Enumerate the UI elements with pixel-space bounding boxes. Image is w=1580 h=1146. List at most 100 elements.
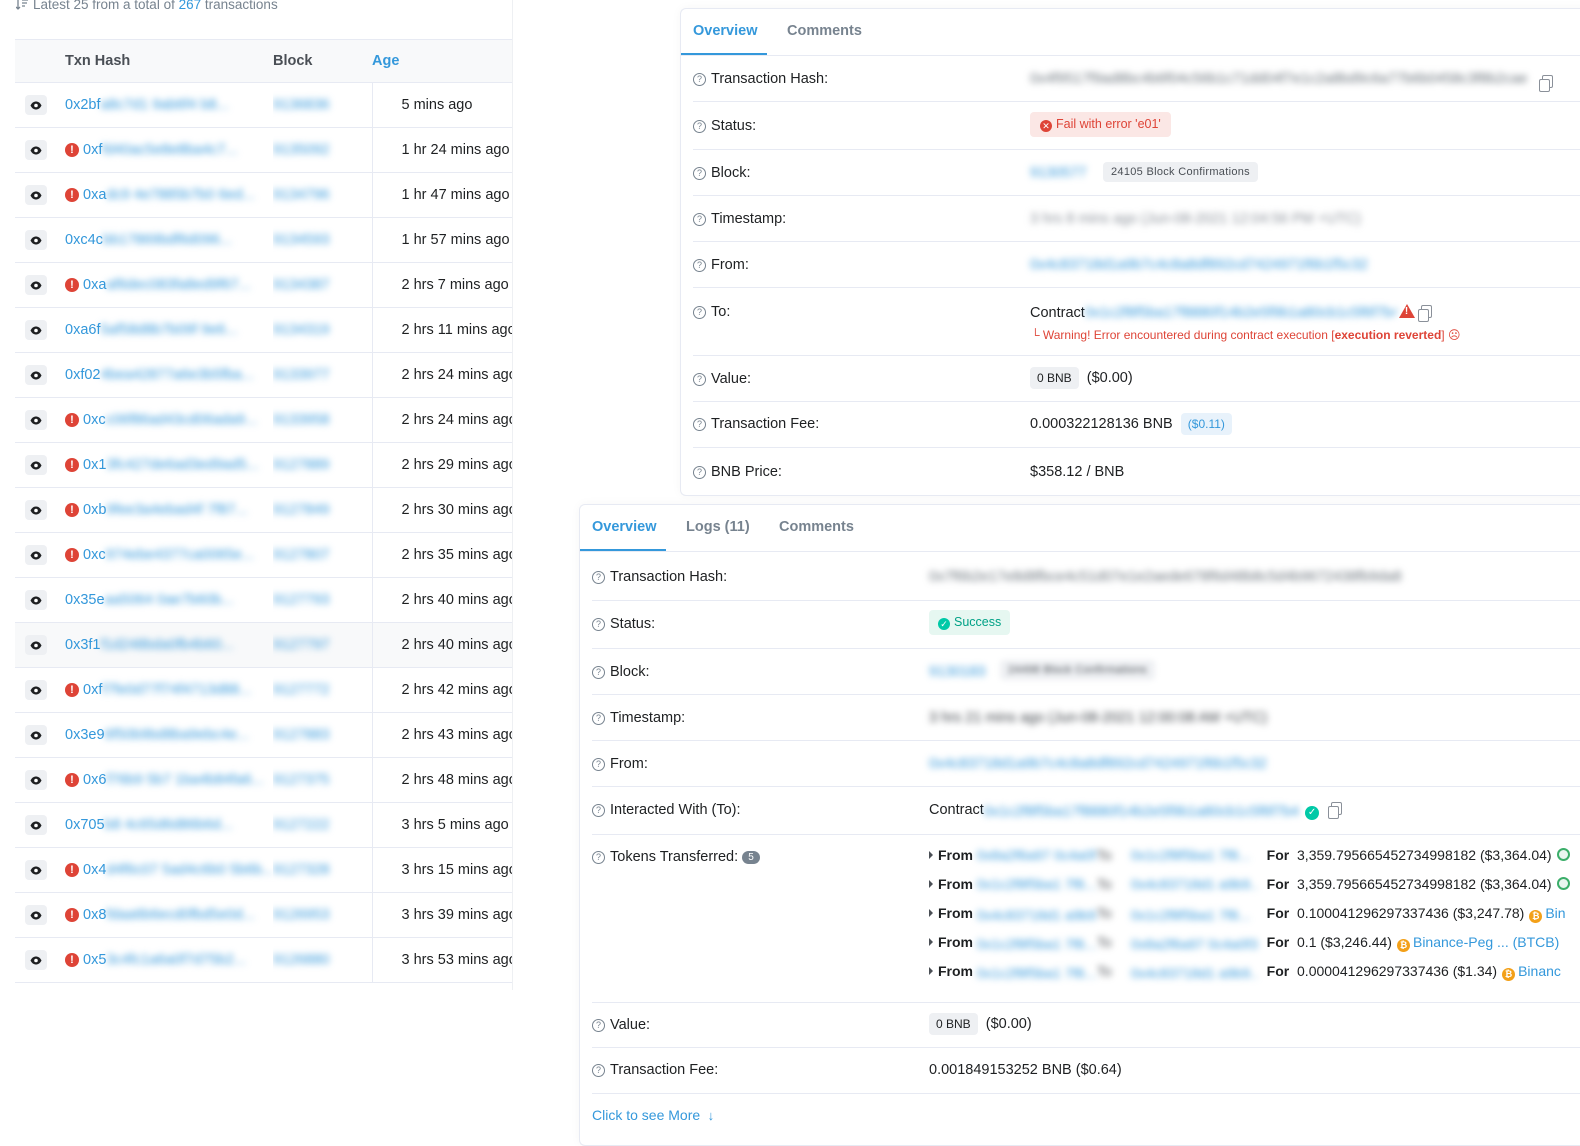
col-age-toggle[interactable]: Age [372,39,512,83]
help-icon[interactable]: ? [693,120,706,133]
txn-hash-link[interactable]: 0xa [83,187,106,203]
txn-hash-link[interactable]: 0xf [83,142,102,158]
eye-icon[interactable] [25,905,47,925]
tab-comments[interactable]: Comments [787,23,862,39]
eye-icon[interactable] [25,185,47,205]
eye-icon[interactable] [25,230,47,250]
eye-icon[interactable] [25,455,47,475]
block-link[interactable]: 9135092 [273,142,329,158]
help-icon[interactable]: ? [693,259,706,272]
block-link[interactable]: 9133958 [273,412,329,428]
token-from-link[interactable]: 0x4c83718d1 a9b9... [977,907,1097,923]
token-to-link[interactable]: 0x1c2f8f5ba1 7f8... [1131,907,1259,923]
help-icon[interactable]: ? [592,1019,605,1032]
tab-logs[interactable]: Logs (11) [686,519,750,535]
block-link[interactable]: 9126880 [273,952,329,968]
eye-icon[interactable] [25,500,47,520]
block-link[interactable]: 9127222 [273,817,329,833]
block-link[interactable]: 9127772 [273,682,329,698]
eye-icon[interactable] [25,680,47,700]
eye-icon[interactable] [25,950,47,970]
total-count-link[interactable]: 267 [179,0,202,12]
help-icon[interactable]: ? [693,418,706,431]
caret-right-icon[interactable] [929,880,933,888]
from-address-link[interactable]: 0x4c83718d1a9b7c4c8a8df892cd7424971f6b1f… [1030,257,1368,273]
token-to-link[interactable]: 0x4c83718d1 a9b9... [1131,965,1259,981]
eye-icon[interactable] [25,140,47,160]
txn-hash-link[interactable]: 0xf02 [65,367,100,383]
block-link[interactable]: 9134796 [273,187,329,203]
from-address-link[interactable]: 0x4c83718d1a9b7c4c8a8df892cd7424971f6b1f… [929,756,1267,772]
txn-hash-link[interactable]: 0x4 [83,862,106,878]
token-name-link[interactable]: Bin [1545,905,1565,921]
block-link[interactable]: 9127883 [273,727,329,743]
txn-hash-link[interactable]: 0x6 [83,772,106,788]
tab-comments[interactable]: Comments [779,519,854,535]
token-from-link[interactable]: 0x8a2f6a97 0c4a0f3... [977,847,1097,863]
eye-icon[interactable] [25,770,47,790]
txn-hash-link[interactable]: 0xb [83,502,106,518]
copy-icon[interactable] [1417,305,1432,322]
txn-hash-link[interactable]: 0xc4c [65,232,103,248]
caret-right-icon[interactable] [929,967,933,975]
txn-hash-link[interactable]: 0x35e [65,592,105,608]
block-link[interactable]: 9136836 [273,97,329,113]
block-link[interactable]: 9134387 [273,277,329,293]
txn-hash-link[interactable]: 0x5 [83,952,106,968]
tab-overview[interactable]: Overview [592,519,657,535]
interacted-contract-link[interactable]: 0x1c2f8f5ba17f8880f14b2e5f9b1a80cb1c5f6f… [984,804,1299,820]
token-name-link[interactable]: Binance-Peg ... (BTCB) [1413,934,1559,950]
copy-icon[interactable] [1539,75,1553,92]
tab-overview[interactable]: Overview [693,23,758,39]
caret-right-icon[interactable] [929,909,933,917]
eye-icon[interactable] [25,410,47,430]
txn-hash-link[interactable]: 0xf [83,682,102,698]
copy-icon[interactable] [1328,802,1343,819]
eye-icon[interactable] [25,590,47,610]
token-from-link[interactable]: 0x1c2f8f5ba1 7f8... [977,876,1097,892]
block-link[interactable]: 9134319 [273,322,329,338]
block-number-link[interactable]: 9130577 [1030,165,1086,181]
help-icon[interactable]: ? [693,73,706,86]
txn-hash-link[interactable]: 0xa [83,277,106,293]
eye-icon[interactable] [25,635,47,655]
txn-hash-link[interactable]: 0x8 [83,907,106,923]
help-icon[interactable]: ? [592,804,605,817]
token-to-link[interactable]: 0x8a2f6a97 0c4a0f3... [1131,936,1259,952]
block-link[interactable]: 9134593 [273,232,329,248]
help-icon[interactable]: ? [592,571,605,584]
block-number-link[interactable]: 9130183 [929,664,985,680]
block-link[interactable]: 9127807 [273,547,329,563]
help-icon[interactable]: ? [592,1064,605,1077]
txn-hash-link[interactable]: 0x2bf [65,97,100,113]
help-icon[interactable]: ? [592,758,605,771]
txn-hash-link[interactable]: 0x705 [65,817,105,833]
eye-icon[interactable] [25,725,47,745]
token-from-link[interactable]: 0x1c2f8f5ba1 7f8... [977,965,1097,981]
eye-icon[interactable] [25,275,47,295]
help-icon[interactable]: ? [592,712,605,725]
to-contract-link[interactable]: 0x1c2f8f5ba17f8880f14b2e5f9b1a80cb1c5f6f… [1085,305,1397,321]
caret-right-icon[interactable] [929,851,933,859]
block-link[interactable]: 9127375 [273,772,329,788]
token-to-link[interactable]: 0x1c2f8f5ba1 7f8... [1131,847,1259,863]
txn-hash-link[interactable]: 0xc [83,412,106,428]
txn-hash-link[interactable]: 0xc [83,547,106,563]
token-to-link[interactable]: 0x4c83718d1 a9b9... [1131,876,1259,892]
txn-hash-link[interactable]: 0x1 [83,457,106,473]
eye-icon[interactable] [25,815,47,835]
block-link[interactable]: 9126953 [273,907,329,923]
token-from-link[interactable]: 0x1c2f8f5ba1 7f8... [977,936,1097,952]
block-link[interactable]: 9127328 [273,862,329,878]
help-icon[interactable]: ? [592,851,605,864]
txn-hash-link[interactable]: 0xa6f [65,322,100,338]
see-more-link[interactable]: Click to see More ↓ [592,1107,714,1123]
eye-icon[interactable] [25,545,47,565]
help-icon[interactable]: ? [693,213,706,226]
block-link[interactable]: 9127793 [273,592,329,608]
token-name-link[interactable]: Binanc [1518,963,1561,979]
eye-icon[interactable] [25,320,47,340]
eye-icon[interactable] [25,365,47,385]
help-icon[interactable]: ? [592,618,605,631]
block-link[interactable]: 9133977 [273,367,329,383]
